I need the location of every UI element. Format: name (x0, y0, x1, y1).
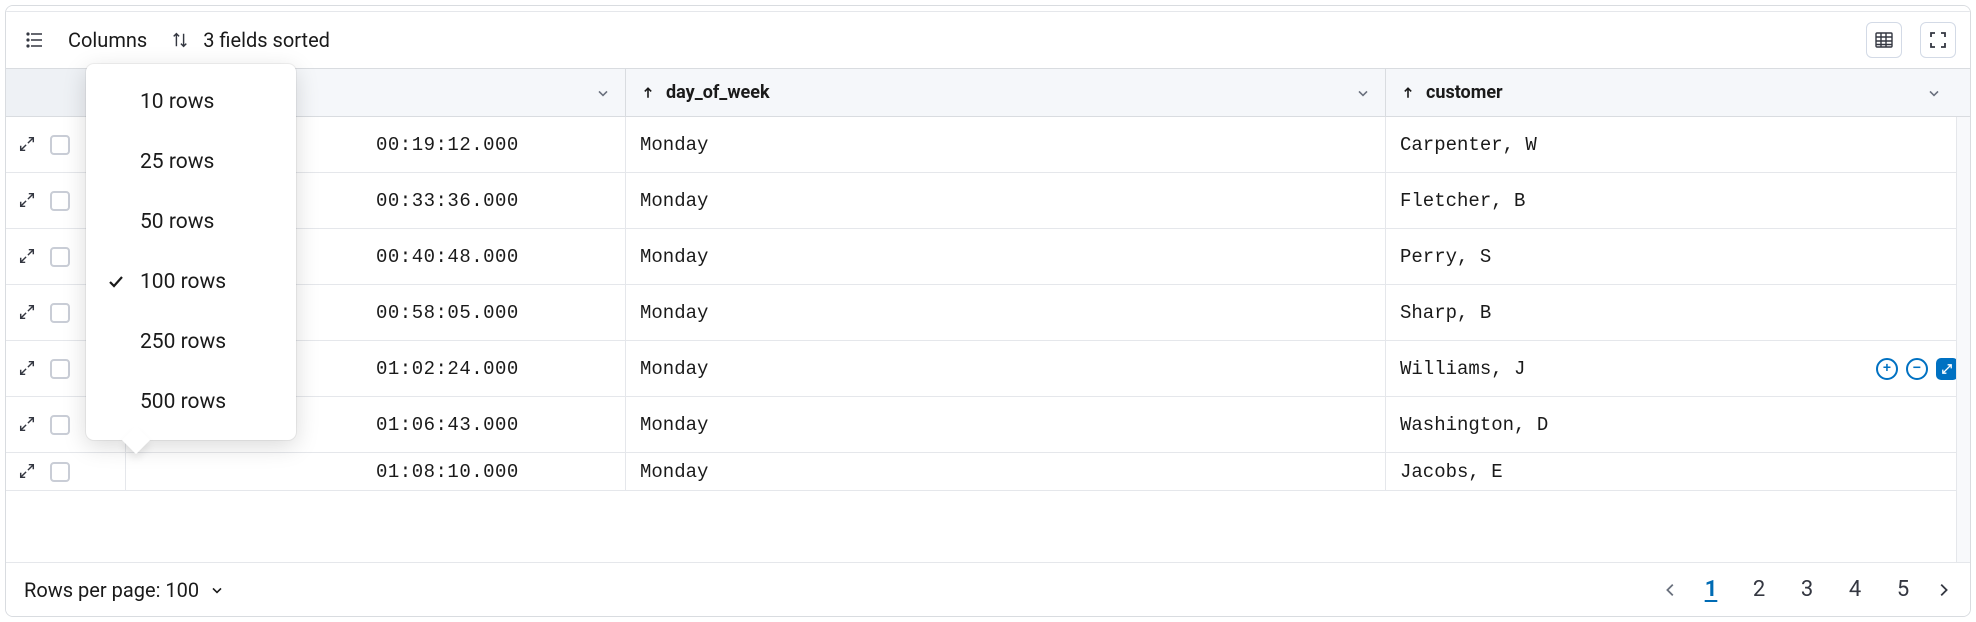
sort-asc-icon (640, 85, 656, 101)
grid-table: day_of_week customer 00:19:12.000MondayC… (6, 68, 1970, 562)
table-row: 00:40:48.000MondayPerry, S (6, 229, 1970, 285)
page-numbers: 1 2 3 4 5 (1700, 577, 1914, 602)
table-row: 00:19:12.000MondayCarpenter, W (6, 117, 1970, 173)
rows-option-label: 500 rows (140, 390, 226, 414)
row-select-checkbox[interactable] (50, 135, 70, 155)
cell-day-of-week[interactable]: Monday (626, 229, 1386, 284)
filter-in-icon[interactable]: + (1876, 358, 1898, 380)
prev-page-button[interactable] (1662, 581, 1680, 599)
rows-option-label: 100 rows (140, 270, 226, 294)
rows-option-label: 50 rows (140, 210, 214, 234)
rows-option[interactable]: 25 rows (86, 132, 296, 192)
row-select-checkbox[interactable] (50, 247, 70, 267)
page-number[interactable]: 5 (1892, 577, 1914, 602)
cell-day-of-week[interactable]: Monday (626, 173, 1386, 228)
rows-option-label: 250 rows (140, 330, 226, 354)
table-row: 00:58:05.000MondaySharp, B (6, 285, 1970, 341)
expand-cell-icon[interactable] (1936, 358, 1958, 380)
chevron-down-icon (209, 582, 225, 598)
columns-icon[interactable] (20, 25, 50, 55)
check-icon (104, 272, 128, 292)
row-select-checkbox[interactable] (50, 415, 70, 435)
grid-footer: Rows per page: 100 1 2 3 4 5 (6, 562, 1970, 616)
cell-day-of-week[interactable]: Monday (626, 117, 1386, 172)
cell-day-of-week[interactable]: Monday (626, 453, 1386, 490)
cell-customer[interactable]: Fletcher, B (1386, 173, 1970, 228)
expand-row-icon[interactable] (18, 135, 38, 155)
table-row: 01:06:43.000MondayWashington, D (6, 397, 1970, 453)
rows-option[interactable]: 10 rows (86, 72, 296, 132)
cell-hover-actions: +− (1876, 358, 1958, 380)
toolbar-left: Columns 3 fields sorted (20, 25, 330, 55)
grid-header-row: day_of_week customer (6, 69, 1970, 117)
rows-per-page-label: Rows per page: 100 (24, 578, 199, 602)
cell-day-of-week[interactable]: Monday (626, 397, 1386, 452)
cell-customer[interactable]: Carpenter, W (1386, 117, 1970, 172)
chevron-down-icon[interactable] (1355, 85, 1371, 101)
pagination: 1 2 3 4 5 (1662, 577, 1952, 602)
expand-row-icon[interactable] (18, 462, 38, 482)
header-day-label: day_of_week (666, 82, 770, 103)
page-number[interactable]: 1 (1700, 577, 1722, 602)
filter-out-icon[interactable]: − (1906, 358, 1928, 380)
cell-customer[interactable]: Jacobs, E (1386, 453, 1970, 490)
row-actions-cell (6, 453, 126, 490)
rows-per-page-selector[interactable]: Rows per page: 100 (24, 578, 225, 602)
cell-time[interactable]: 01:08:10.000 (126, 453, 626, 490)
cell-customer[interactable]: Sharp, B (1386, 285, 1970, 340)
page-number[interactable]: 4 (1844, 577, 1866, 602)
chevron-down-icon[interactable] (595, 85, 611, 101)
page-number[interactable]: 3 (1796, 577, 1818, 602)
cell-customer[interactable]: Williams, J+− (1386, 341, 1970, 396)
sort-button[interactable]: 3 fields sorted (165, 25, 330, 55)
rows-per-page-popover: 10 rows 25 rows 50 rows 100 rows 250 rows 500… (86, 64, 296, 440)
row-select-checkbox[interactable] (50, 303, 70, 323)
row-select-checkbox[interactable] (50, 462, 70, 482)
cell-day-of-week[interactable]: Monday (626, 285, 1386, 340)
sort-asc-icon (1400, 85, 1416, 101)
chevron-down-icon[interactable] (1926, 85, 1942, 101)
expand-row-icon[interactable] (18, 303, 38, 323)
expand-row-icon[interactable] (18, 359, 38, 379)
rows-option[interactable]: 500 rows (86, 372, 296, 432)
expand-row-icon[interactable] (18, 247, 38, 267)
columns-button-label[interactable]: Columns (68, 28, 147, 52)
sort-icon (165, 25, 195, 55)
fullscreen-icon[interactable] (1920, 22, 1956, 58)
next-page-button[interactable] (1934, 581, 1952, 599)
grid-body: 00:19:12.000MondayCarpenter, W00:33:36.0… (6, 117, 1970, 491)
rows-option[interactable]: 250 rows (86, 312, 296, 372)
vertical-scrollbar[interactable] (1956, 117, 1970, 562)
row-select-checkbox[interactable] (50, 191, 70, 211)
grid-toolbar: Columns 3 fields sorted (6, 12, 1970, 68)
toolbar-right (1866, 22, 1956, 58)
page-number[interactable]: 2 (1748, 577, 1770, 602)
table-row: 00:33:36.000MondayFletcher, B (6, 173, 1970, 229)
density-icon[interactable] (1866, 22, 1902, 58)
popover-items: 10 rows 25 rows 50 rows 100 rows 250 rows 500… (86, 72, 296, 432)
cell-customer[interactable]: Washington, D (1386, 397, 1970, 452)
expand-row-icon[interactable] (18, 415, 38, 435)
header-customer-label: customer (1426, 82, 1503, 103)
sort-button-label: 3 fields sorted (203, 28, 330, 52)
row-select-checkbox[interactable] (50, 359, 70, 379)
table-row: 01:02:24.000MondayWilliams, J+− (6, 341, 1970, 397)
header-customer-col[interactable]: customer (1386, 69, 1970, 116)
rows-option-label: 10 rows (140, 90, 214, 114)
table-row: 01:08:10.000MondayJacobs, E (6, 453, 1970, 491)
cell-day-of-week[interactable]: Monday (626, 341, 1386, 396)
rows-option[interactable]: 50 rows (86, 192, 296, 252)
header-day-col[interactable]: day_of_week (626, 69, 1386, 116)
cell-customer[interactable]: Perry, S (1386, 229, 1970, 284)
data-grid-panel: Columns 3 fields sorted (5, 5, 1971, 617)
expand-row-icon[interactable] (18, 191, 38, 211)
rows-option[interactable]: 100 rows (86, 252, 296, 312)
rows-option-label: 25 rows (140, 150, 214, 174)
